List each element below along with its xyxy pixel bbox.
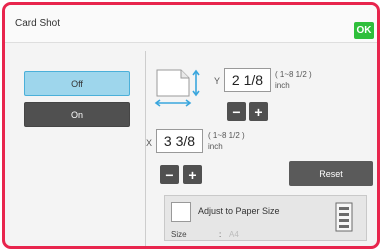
size-value: A4	[229, 230, 239, 239]
x-range-label: ( 1~8 1/2 )	[208, 131, 245, 140]
y-axis-label: Y	[214, 76, 221, 86]
title-bar: Card Shot OK	[5, 5, 377, 43]
card-shot-dialog: Card Shot OK Off On Y 2 1/8 ( 1~8 1/2 ) …	[2, 2, 380, 249]
ok-button[interactable]: OK	[354, 22, 374, 39]
x-axis-label: X	[146, 138, 153, 148]
y-value-field[interactable]: 2 1/8	[224, 68, 271, 92]
off-button[interactable]: Off	[24, 71, 130, 96]
paper-size-icon[interactable]	[335, 202, 353, 232]
x-unit-label: inch	[208, 142, 223, 151]
size-separator: :	[219, 230, 222, 239]
y-unit-label: inch	[275, 81, 290, 90]
card-shape	[156, 69, 190, 97]
y-arrow	[192, 69, 200, 97]
on-button[interactable]: On	[24, 102, 130, 127]
x-arrow	[154, 99, 192, 107]
adjust-to-paper-panel: Adjust to Paper Size Size : A4	[164, 195, 367, 241]
adjust-to-paper-label: Adjust to Paper Size	[198, 206, 280, 216]
reset-button[interactable]: Reset	[289, 161, 373, 186]
y-range-label: ( 1~8 1/2 )	[275, 70, 312, 79]
x-value-field[interactable]: 3 3/8	[156, 129, 203, 153]
y-increase-button[interactable]: +	[249, 102, 268, 121]
x-decrease-button[interactable]: −	[160, 165, 179, 184]
y-decrease-button[interactable]: −	[227, 102, 246, 121]
panel-divider	[145, 51, 146, 246]
card-size-icon	[154, 69, 200, 107]
x-increase-button[interactable]: +	[183, 165, 202, 184]
adjust-to-paper-checkbox[interactable]	[171, 202, 191, 222]
dialog-title: Card Shot	[15, 18, 61, 29]
size-label: Size	[171, 230, 187, 239]
